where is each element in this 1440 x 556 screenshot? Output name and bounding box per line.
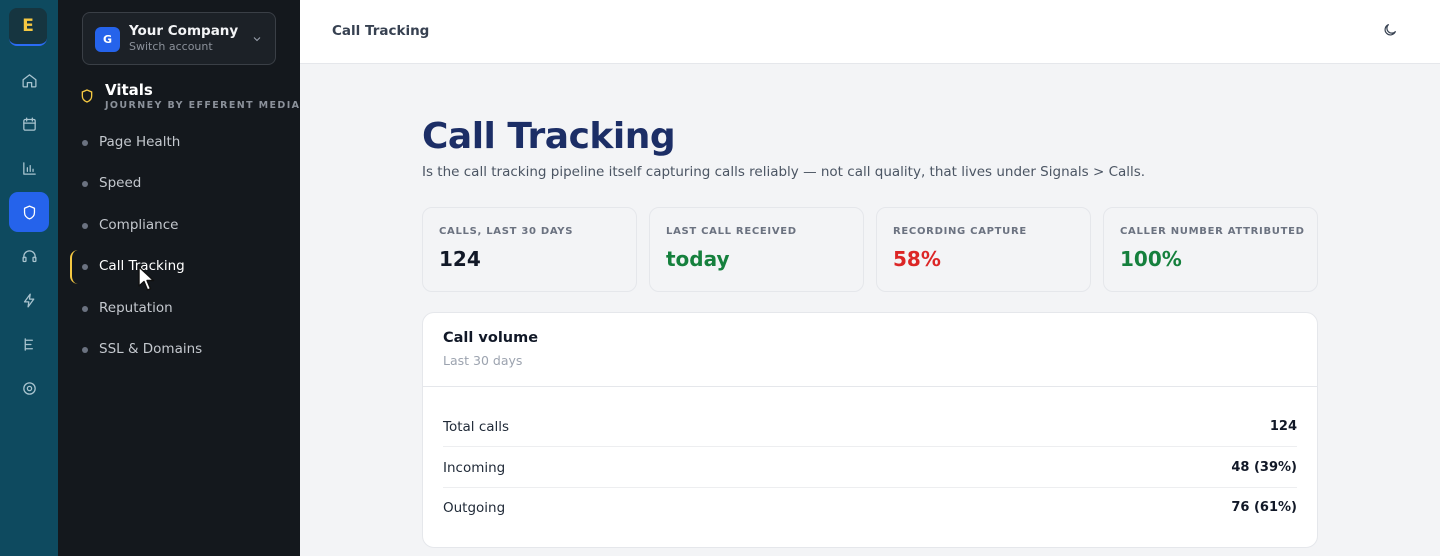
nav-item-label: Compliance xyxy=(99,217,179,233)
app-logo[interactable]: E xyxy=(9,8,47,46)
kpi-value: 100% xyxy=(1120,247,1182,271)
account-switcher[interactable]: G Your Company Switch account xyxy=(82,12,276,65)
page-description: Is the call tracking pipeline itself cap… xyxy=(422,164,1146,180)
side-navigation: G Your Company Switch account Vitals JOU… xyxy=(58,0,300,556)
nav-item-label: SSL & Domains xyxy=(99,341,203,357)
nav-item-ssl-domains[interactable]: SSL & Domains xyxy=(70,333,288,367)
breadcrumb: Call Tracking xyxy=(332,23,430,39)
bullet-dot xyxy=(82,347,88,353)
moon-icon xyxy=(1384,24,1396,36)
mouse-cursor-icon xyxy=(138,266,155,291)
nav-item-speed[interactable]: Speed xyxy=(70,167,288,201)
kpi-label: LAST CALL RECEIVED xyxy=(666,226,797,237)
top-bar: Call Tracking xyxy=(300,0,1440,64)
table-row: Total calls 124 xyxy=(443,407,1297,447)
divider xyxy=(423,386,1317,387)
bullet-dot xyxy=(82,223,88,229)
account-switch-label: Switch account xyxy=(129,40,213,53)
page-title: Call Tracking xyxy=(422,116,676,157)
shield-icon xyxy=(81,89,93,103)
account-name: Your Company xyxy=(129,23,239,39)
card-title: Call volume xyxy=(443,330,539,346)
section-title: Vitals xyxy=(105,81,153,99)
nav-item-page-health[interactable]: Page Health xyxy=(70,126,288,160)
nav-item-label: Speed xyxy=(99,175,142,191)
account-avatar: G xyxy=(95,27,120,52)
card-subtitle: Last 30 days xyxy=(443,353,523,368)
kpi-label: CALLS, LAST 30 DAYS xyxy=(439,226,574,237)
bullet-dot xyxy=(82,306,88,312)
row-value: 76 (61%) xyxy=(1231,500,1297,515)
bar-chart-icon[interactable] xyxy=(9,148,49,188)
nav-item-call-tracking[interactable]: Call Tracking xyxy=(70,250,288,284)
kpi-value: today xyxy=(666,247,730,271)
chevron-down-icon xyxy=(253,37,261,42)
row-label: Total calls xyxy=(443,419,510,435)
kpi-value: 58% xyxy=(893,247,941,271)
nav-item-compliance[interactable]: Compliance xyxy=(70,209,288,243)
row-label: Outgoing xyxy=(443,500,506,516)
kpi-card-caller-attributed: CALLER NUMBER ATTRIBUTED 100% xyxy=(1103,207,1318,292)
lightning-icon[interactable] xyxy=(9,280,49,320)
row-value: 48 (39%) xyxy=(1231,460,1297,475)
call-volume-card: Call volume Last 30 days Total calls 124… xyxy=(422,312,1318,548)
bullet-dot xyxy=(82,140,88,146)
kpi-card-recording-capture: RECORDING CAPTURE 58% xyxy=(876,207,1091,292)
section-subtitle: JOURNEY BY EFFERENT MEDIA xyxy=(105,100,301,111)
table-row: Incoming 48 (39%) xyxy=(443,448,1297,488)
kpi-value: 124 xyxy=(439,247,481,271)
table-row: Outgoing 76 (61%) xyxy=(443,488,1297,528)
nav-item-label: Reputation xyxy=(99,300,173,316)
kpi-card-last-call: LAST CALL RECEIVED today xyxy=(649,207,864,292)
home-icon[interactable] xyxy=(9,60,49,100)
icon-rail: E xyxy=(0,0,58,556)
bullet-dot xyxy=(82,181,88,187)
kpi-card-calls: CALLS, LAST 30 DAYS 124 xyxy=(422,207,637,292)
kpi-label: RECORDING CAPTURE xyxy=(893,226,1027,237)
headset-icon[interactable] xyxy=(9,236,49,276)
bullet-dot xyxy=(82,264,88,270)
row-value: 124 xyxy=(1269,419,1297,434)
nav-item-reputation[interactable]: Reputation xyxy=(70,292,288,326)
shield-icon[interactable] xyxy=(9,192,49,232)
settings-icon[interactable] xyxy=(9,368,49,408)
calendar-icon[interactable] xyxy=(9,104,49,144)
list-icon[interactable] xyxy=(9,324,49,364)
nav-item-label: Page Health xyxy=(99,134,181,150)
row-label: Incoming xyxy=(443,460,506,476)
theme-toggle-button[interactable] xyxy=(1382,22,1402,42)
kpi-label: CALLER NUMBER ATTRIBUTED xyxy=(1120,226,1305,237)
